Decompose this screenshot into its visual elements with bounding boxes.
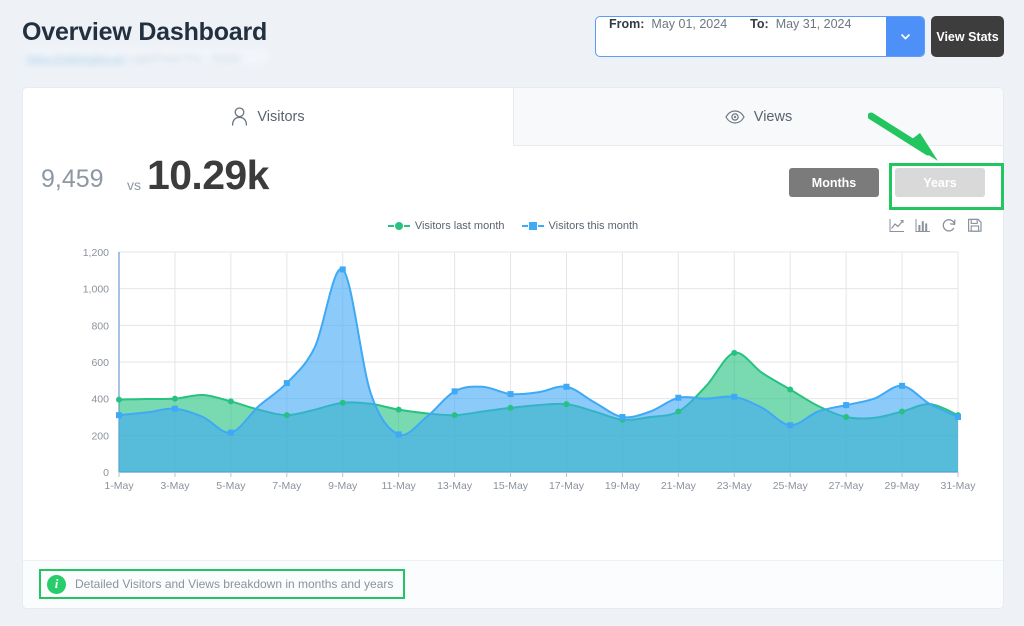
current-period-value: 10.29k (147, 152, 269, 198)
legend-marker-circle-icon (387, 222, 410, 230)
line-chart-icon[interactable] (889, 218, 905, 238)
previous-period-value: 9,459 (41, 165, 104, 193)
date-from-label: From: (609, 17, 645, 31)
tab-visitors-label: Visitors (257, 108, 305, 125)
tab-visitors[interactable]: Visitors (23, 88, 513, 146)
chevron-down-icon (900, 34, 910, 40)
legend-marker-square-icon (521, 222, 544, 230)
save-icon[interactable] (967, 218, 983, 238)
dashboard-page: Overview Dashboard https://mdomains.es Lo… (0, 0, 1024, 626)
card-footer: i Detailed Visitors and Views breakdown … (23, 560, 1003, 608)
svg-text:21-May: 21-May (661, 480, 697, 492)
site-subtitle-redacted: https://mdomains.es LoginPress Pro - SAAS (24, 49, 268, 64)
svg-text:200: 200 (91, 430, 109, 442)
chart-legend-row: Visitors last month Visitors this month (23, 218, 1003, 244)
legend-item-this-month[interactable]: Visitors this month (521, 220, 639, 232)
date-from-value: May 01, 2024 (651, 17, 728, 31)
svg-text:3-May: 3-May (160, 480, 190, 492)
date-to-value: May 31, 2024 (775, 17, 852, 31)
tab-views[interactable]: Views (513, 88, 1003, 146)
chart-toolbar (889, 218, 983, 238)
svg-text:27-May: 27-May (829, 480, 865, 492)
svg-text:19-May: 19-May (605, 480, 641, 492)
svg-text:23-May: 23-May (717, 480, 753, 492)
card-tabs: Visitors Views (23, 88, 1003, 146)
footer-note: i Detailed Visitors and Views breakdown … (39, 569, 406, 599)
svg-text:17-May: 17-May (549, 480, 585, 492)
tab-views-label: Views (753, 108, 793, 125)
svg-text:15-May: 15-May (493, 480, 529, 492)
eye-icon (725, 109, 745, 124)
date-from-field[interactable]: From: May 01, 2024 (596, 17, 727, 56)
svg-text:29-May: 29-May (885, 480, 921, 492)
years-button[interactable]: Years (895, 168, 985, 197)
stats-summary: 9,459 vs 10.29k Months Years (23, 146, 1003, 218)
info-icon: i (47, 574, 66, 594)
svg-text:600: 600 (91, 357, 109, 369)
overview-card: Visitors Views 9,459 vs 10.29k Months Ye… (22, 87, 1004, 609)
site-plan-label: LoginPress Pro - SAAS (126, 53, 241, 64)
bar-chart-icon[interactable] (915, 218, 931, 238)
view-stats-button[interactable]: View Stats (931, 16, 1004, 57)
chart-canvas: 0 200 400 600 800 1,000 1,200 1-May 3-May 5-May 7-… (83, 247, 977, 492)
date-range-picker[interactable]: From: May 01, 2024 To: May 31, 2024 (595, 16, 925, 57)
months-button[interactable]: Months (789, 168, 879, 197)
svg-text:400: 400 (91, 394, 109, 406)
svg-text:5-May: 5-May (216, 480, 246, 492)
date-to-field[interactable]: To: May 31, 2024 (727, 17, 851, 56)
footer-note-text: Detailed Visitors and Views breakdown in… (75, 577, 394, 591)
svg-text:1-May: 1-May (104, 480, 134, 492)
vs-label: vs (127, 177, 141, 193)
page-header: Overview Dashboard https://mdomains.es Lo… (0, 0, 1024, 86)
svg-text:25-May: 25-May (773, 480, 809, 492)
svg-text:7-May: 7-May (272, 480, 302, 492)
svg-text:800: 800 (91, 320, 109, 332)
date-range-dropdown-button[interactable] (886, 17, 924, 56)
svg-text:11-May: 11-May (382, 480, 417, 492)
visitors-area-chart[interactable]: 0 200 400 600 800 1,000 1,200 1-May 3-May 5-May 7-… (23, 244, 1003, 509)
legend-label-this-month: Visitors this month (548, 220, 639, 232)
chart-legend: Visitors last month Visitors this month (23, 220, 1003, 232)
range-toggle-group: Months Years (789, 168, 985, 197)
date-to-label: To: (750, 17, 769, 31)
site-url-link: https://mdomains.es (26, 53, 125, 64)
reset-zoom-icon[interactable] (941, 218, 957, 238)
svg-text:0: 0 (103, 467, 109, 479)
svg-text:13-May: 13-May (437, 480, 473, 492)
legend-item-last-month[interactable]: Visitors last month (387, 220, 505, 232)
svg-text:1,200: 1,200 (83, 247, 109, 259)
user-icon (232, 107, 248, 126)
svg-text:31-May: 31-May (940, 480, 976, 492)
svg-text:9-May: 9-May (328, 480, 358, 492)
legend-label-last-month: Visitors last month (414, 220, 505, 232)
page-title: Overview Dashboard (22, 18, 268, 46)
svg-text:1,000: 1,000 (83, 284, 109, 296)
